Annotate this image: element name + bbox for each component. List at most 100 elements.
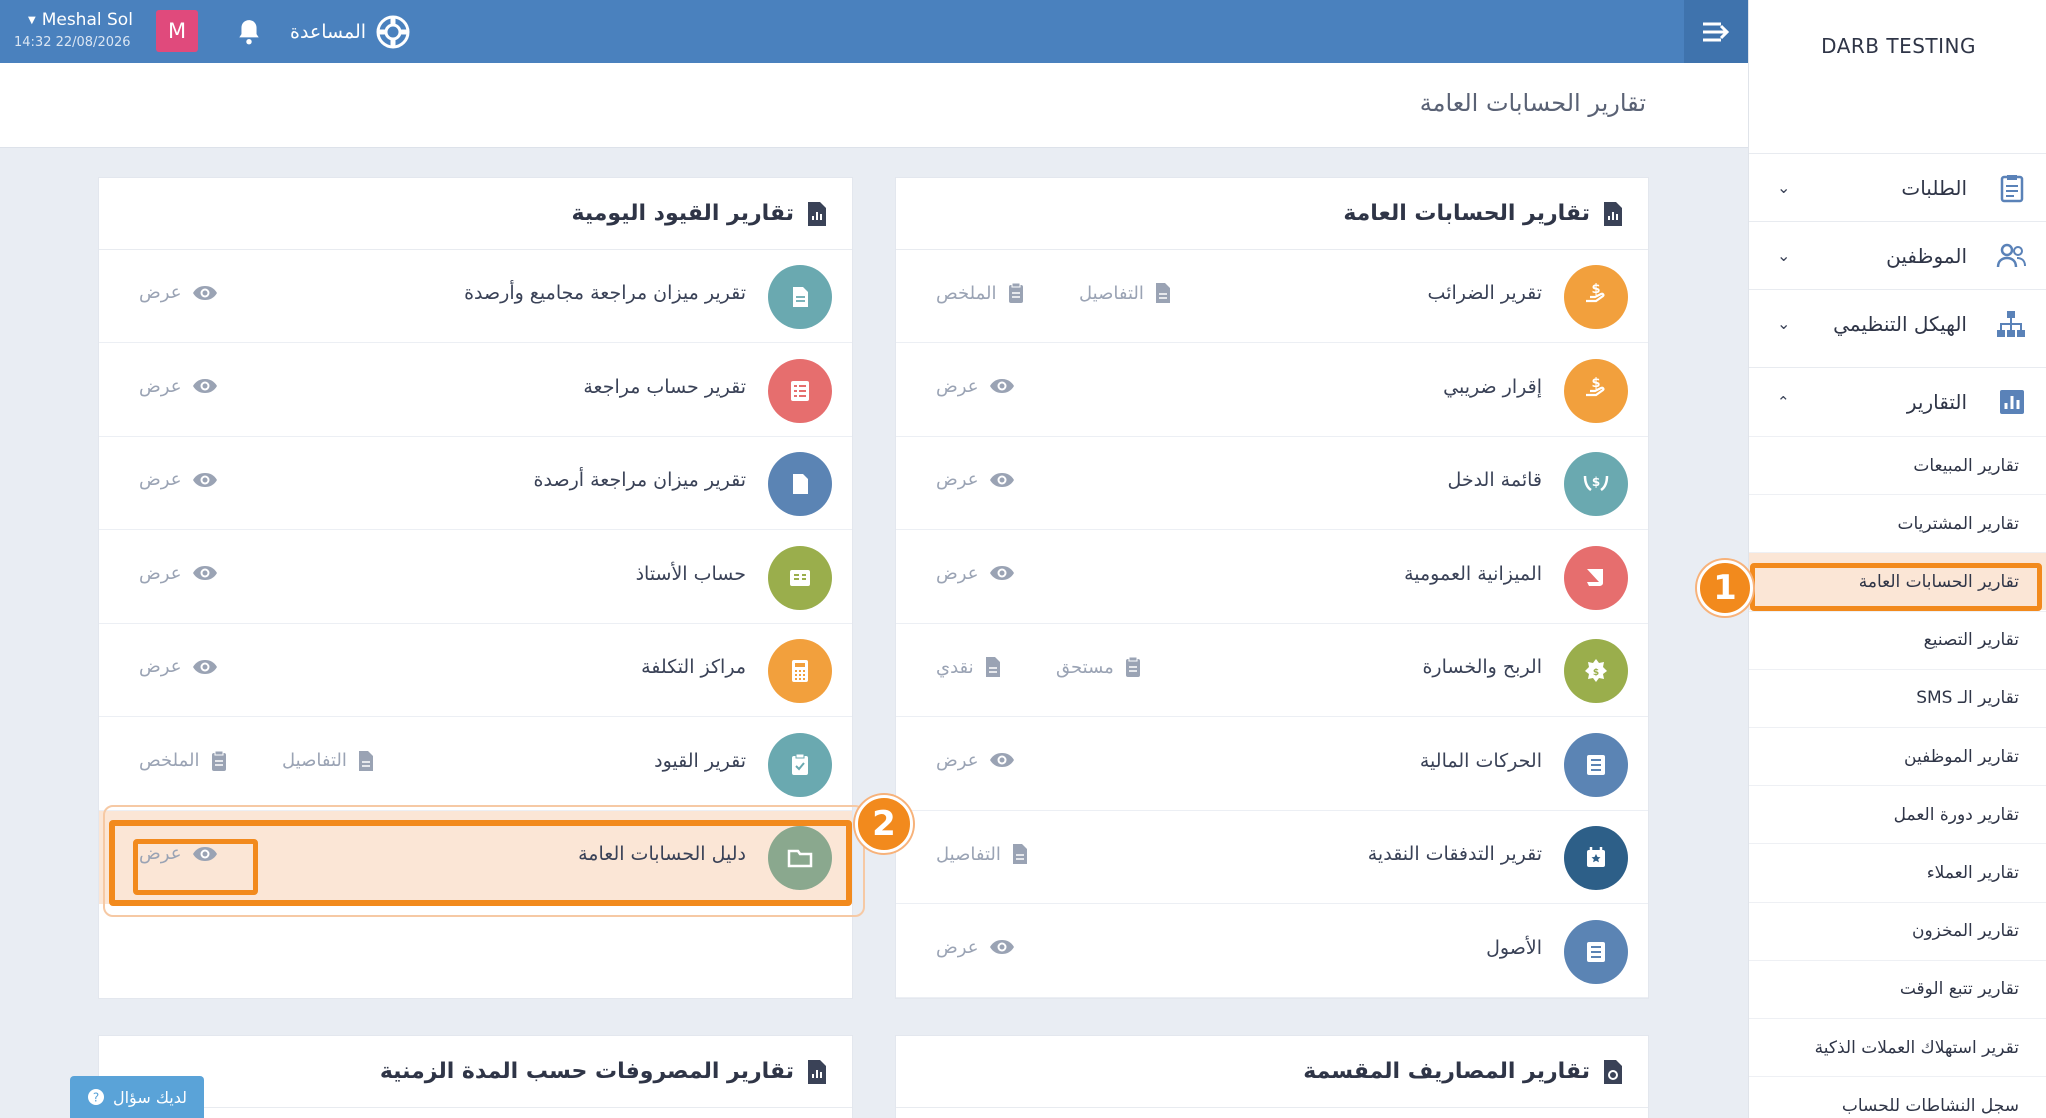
sidebar-subitem-label: تقارير المخزون <box>1911 921 2019 942</box>
page-title: تقارير الحسابات العامة <box>1419 89 1646 117</box>
report-row: تقرير ميزان مراجعة مجاميع وأرصدة عرض <box>99 250 852 343</box>
report-row: حساب الأستاذ عرض <box>99 531 852 624</box>
calendar-star-icon <box>1564 826 1628 890</box>
sidebar-item-label: الموظفين <box>1886 243 1967 268</box>
list-icon <box>1564 732 1628 797</box>
accrual-link-label: مستحق <box>1056 656 1114 678</box>
report-row: تقرير ميزان مراجعة أرصدة عرض <box>99 437 852 530</box>
page-header: تقارير الحسابات العامة <box>0 63 1748 148</box>
view-link[interactable]: عرض <box>139 656 219 677</box>
sidebar-toggle-button[interactable] <box>1684 0 1748 63</box>
report-row: $ إقرار ضريبي عرض <box>896 344 1648 437</box>
user-datetime: 14:32 22/08/2026 <box>14 35 131 50</box>
panel-header: تقارير المصاريف المقسمة <box>896 1036 1648 1108</box>
summary-link-label: الملخص <box>139 750 200 771</box>
eye-icon <box>191 284 219 302</box>
sidebar-subitem[interactable]: تقارير تتبع الوقت <box>1749 959 2046 1018</box>
view-link[interactable]: عرض <box>139 376 219 397</box>
report-file-icon <box>806 1058 828 1086</box>
eye-icon <box>191 377 219 395</box>
report-name: قائمة الدخل <box>1447 469 1542 491</box>
details-link[interactable]: التفاصيل <box>1079 282 1172 304</box>
sidebar-item-org-structure[interactable]: الهيكل التنظيمي ⌄ <box>1749 289 2046 357</box>
highlight-view-action <box>133 839 258 895</box>
sidebar-subitem[interactable]: تقارير دورة العمل <box>1749 785 2046 843</box>
panel-title: تقارير الحسابات العامة <box>1343 201 1590 226</box>
checklist-icon <box>768 358 832 423</box>
bell-icon[interactable] <box>236 18 262 46</box>
eye-icon <box>988 471 1016 489</box>
sidebar-item-label: التقارير <box>1906 389 1967 414</box>
sidebar-subitem[interactable]: تقارير المبيعات <box>1749 436 2046 494</box>
sidebar-subitem[interactable]: تقارير المخزون <box>1749 901 2046 960</box>
sidebar-subitem-label: تقارير الـ SMS <box>1916 688 2019 709</box>
summary-link-label: الملخص <box>936 282 997 304</box>
eye-icon <box>191 471 219 489</box>
panel-header: تقارير القيود اليومية <box>99 178 852 250</box>
panel-header: تقارير المصروفات حسب المدة الزمنية <box>99 1036 852 1108</box>
accrual-link[interactable]: مستحق <box>1056 656 1142 678</box>
brand-name: DARB TESTING <box>1821 34 1976 58</box>
sidebar-subitem[interactable]: سجل النشاطات للحساب <box>1749 1076 2046 1118</box>
sidebar-subitem-label: تقارير الموظفين <box>1904 746 2019 767</box>
sidebar-item-requests[interactable]: الطلبات ⌄ <box>1749 153 2046 221</box>
panel-title: تقارير المصاريف المقسمة <box>1303 1059 1590 1084</box>
summary-link[interactable]: الملخص <box>139 750 228 772</box>
view-link[interactable]: عرض <box>936 750 1016 771</box>
report-row: $ قائمة الدخل عرض <box>896 437 1648 530</box>
report-name: تقرير التدفقات النقدية <box>1367 843 1542 865</box>
report-file-icon <box>1602 1058 1624 1086</box>
file-icon <box>357 750 375 772</box>
sidebar-subitem[interactable]: تقرير استهلاك العملات الذكية <box>1749 1018 2046 1076</box>
sidebar-subitem[interactable]: تقارير المشتريات <box>1749 494 2046 552</box>
view-link[interactable]: عرض <box>936 469 1016 490</box>
sidebar-subitem[interactable]: تقارير العملاء <box>1749 843 2046 901</box>
chevron-down-icon: ⌄ <box>1777 178 1791 197</box>
report-row: تقرير حساب مراجعة عرض <box>99 344 852 437</box>
caret-down-icon: ▼ <box>28 14 36 26</box>
view-link-label: عرض <box>936 562 979 584</box>
view-link[interactable]: عرض <box>139 282 219 303</box>
file-icon <box>1011 843 1029 865</box>
view-link[interactable]: عرض <box>936 937 1016 958</box>
ask-question-tab[interactable]: لديك سؤال ? <box>70 1076 204 1118</box>
sidebar-item-reports[interactable]: التقارير ⌃ <box>1749 367 2046 435</box>
report-name: الربح والخسارة <box>1422 656 1542 678</box>
view-link[interactable]: عرض <box>139 563 219 584</box>
details-link-label: التفاصيل <box>936 843 1001 865</box>
view-link-label: عرض <box>139 562 182 584</box>
sidebar-subitem[interactable]: تقارير الموظفين <box>1749 727 2046 785</box>
view-link[interactable]: عرض <box>936 376 1016 397</box>
highlight-general-accounts-reports <box>1750 563 2042 611</box>
sidebar-item-employees[interactable]: الموظفين ⌄ <box>1749 221 2046 289</box>
eye-icon <box>988 751 1016 769</box>
chevron-down-icon: ⌄ <box>1777 314 1791 333</box>
report-row: $ الربح والخسارة نقدي مستحق <box>896 624 1648 717</box>
user-menu[interactable]: ▼ Meshal Sol <box>28 10 133 30</box>
svg-text:$: $ <box>1591 282 1600 297</box>
scroll-icon <box>1564 545 1628 610</box>
sidebar-subitem[interactable]: تقارير التصنيع <box>1749 610 2046 669</box>
step-badge-2: 2 <box>855 795 913 853</box>
sidebar-subitem-label: تقارير المشتريات <box>1897 513 2019 534</box>
details-link[interactable]: التفاصيل <box>936 843 1029 865</box>
cash-link[interactable]: نقدي <box>936 656 1002 678</box>
view-link[interactable]: عرض <box>936 563 1016 584</box>
details-link[interactable]: التفاصيل <box>282 750 375 772</box>
sidebar-item-label: الطلبات <box>1901 175 1967 200</box>
view-link[interactable]: عرض <box>139 469 219 490</box>
help-link[interactable]: المساعدة <box>290 12 410 52</box>
svg-text:$: $ <box>1593 668 1599 678</box>
view-link-label: عرض <box>936 375 979 397</box>
summary-link[interactable]: الملخص <box>936 282 1025 304</box>
report-name: الحركات المالية <box>1419 749 1542 772</box>
clipboard-icon <box>210 750 228 772</box>
sidebar-subitem[interactable]: تقارير الـ SMS <box>1749 668 2046 727</box>
ask-question-label: لديك سؤال <box>112 1087 188 1107</box>
org-chart-icon <box>1995 309 2027 339</box>
panel-split-expenses-reports: تقارير المصاريف المقسمة <box>895 1035 1649 1118</box>
avatar[interactable]: M <box>156 10 198 52</box>
report-name: تقرير ميزان مراجعة مجاميع وأرصدة <box>464 282 746 304</box>
clipboard-icon <box>1007 282 1025 304</box>
eye-icon <box>191 564 219 582</box>
